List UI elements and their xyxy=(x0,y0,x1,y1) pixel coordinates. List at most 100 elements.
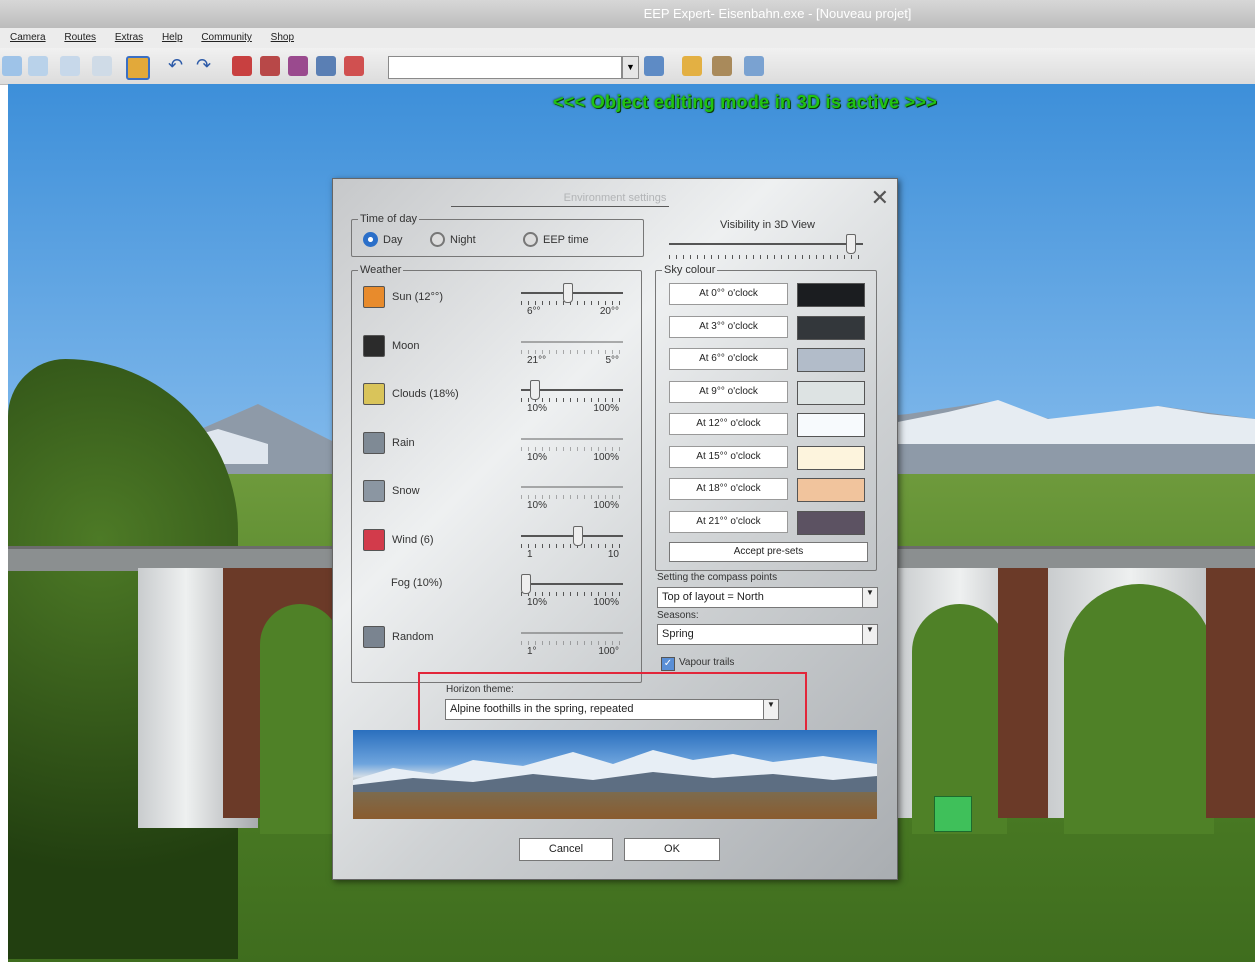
radio-day-dot[interactable] xyxy=(363,232,378,247)
toolbar-icon-5[interactable] xyxy=(126,56,150,80)
slider-thumb[interactable] xyxy=(572,525,583,546)
visibility-slider[interactable] xyxy=(669,234,863,267)
toolbar-icon-2[interactable] xyxy=(28,56,48,76)
sky-colour-swatch[interactable] xyxy=(797,315,865,340)
chevron-down-icon[interactable]: ▼ xyxy=(622,56,639,79)
close-icon[interactable]: ✕ xyxy=(871,185,889,211)
weather-slider[interactable]: 6°° 20°° xyxy=(521,283,623,317)
sky-time-button[interactable]: At 15°° o'clock xyxy=(669,445,788,468)
compass-select[interactable]: Top of layout = North ▼ xyxy=(657,587,878,608)
dialog-title: Environment settings xyxy=(563,192,667,204)
moon-icon[interactable] xyxy=(363,334,385,357)
window-title: EEP Expert- Eisenbahn.exe - [Nouveau pro… xyxy=(643,6,912,21)
toolbar-combo[interactable] xyxy=(388,56,622,79)
menu-routes[interactable]: Routes xyxy=(64,32,96,43)
cancel-button[interactable]: Cancel xyxy=(519,838,613,861)
snow-icon[interactable] xyxy=(363,480,385,502)
weather-slider[interactable]: 1° 100° xyxy=(521,626,623,657)
tools-icon[interactable] xyxy=(712,56,732,76)
sky-time-button[interactable]: At 9°° o'clock xyxy=(669,380,788,403)
clouds-icon[interactable] xyxy=(363,383,385,405)
vapour-trails-checkbox[interactable]: ✓ xyxy=(661,657,675,671)
weather-row-label: Rain xyxy=(392,436,415,449)
undo-icon[interactable]: ↶ xyxy=(168,56,188,76)
weather-row-label: Snow xyxy=(392,485,420,497)
toolbar-icon-11[interactable] xyxy=(644,56,664,76)
bridge-arch-far xyxy=(1064,584,1214,834)
menu-camera[interactable]: Camera xyxy=(10,32,46,43)
toolbar-icon-9[interactable] xyxy=(316,56,336,76)
horizon-theme-select[interactable]: Alpine foothills in the spring, repeated… xyxy=(445,699,779,720)
seasons-select[interactable]: Spring ▼ xyxy=(657,624,878,645)
slider-thumb[interactable] xyxy=(530,380,541,400)
sky-colour-swatch[interactable] xyxy=(797,348,865,372)
weather-row-label: Moon xyxy=(392,339,420,352)
weather-slider[interactable]: 10% 100% xyxy=(521,480,623,511)
sky-time-button[interactable]: At 3°° o'clock xyxy=(669,315,788,338)
radio-day[interactable]: Day xyxy=(363,232,403,247)
weather-slider[interactable]: 10% 100% xyxy=(521,574,623,608)
weather-slider[interactable]: 1 10 xyxy=(521,525,623,560)
sky-time-button[interactable]: At 0°° o'clock xyxy=(669,283,788,305)
toolbar-icon-1[interactable] xyxy=(2,56,22,76)
toolbar-icon-12[interactable] xyxy=(682,56,702,76)
sky-time-button[interactable]: At 18°° o'clock xyxy=(669,478,788,500)
weather-row: Random xyxy=(363,625,434,648)
seasons-label: Seasons: xyxy=(657,610,699,621)
slider-min-label: 10% xyxy=(527,500,548,511)
radio-eep-time-dot[interactable] xyxy=(523,232,538,247)
rain-icon[interactable] xyxy=(363,431,385,454)
slider-track xyxy=(521,486,623,488)
sky-colour-swatch[interactable] xyxy=(797,445,865,470)
chevron-down-icon[interactable]: ▼ xyxy=(862,588,877,607)
sky-colour-legend: Sky colour xyxy=(664,264,716,276)
visibility-thumb[interactable] xyxy=(845,234,856,254)
sky-colour-swatch[interactable] xyxy=(797,478,865,502)
radio-eep-time[interactable]: EEP time xyxy=(523,232,589,247)
slider-track xyxy=(521,437,623,440)
menu-help[interactable]: Help xyxy=(162,32,183,43)
chevron-down-icon[interactable]: ▼ xyxy=(763,700,778,719)
toolbar-icon-13[interactable] xyxy=(744,56,764,76)
green-object[interactable] xyxy=(934,796,972,832)
slider-min-label: 10% xyxy=(527,451,548,463)
radio-night-dot[interactable] xyxy=(430,232,445,247)
slider-thumb[interactable] xyxy=(563,283,574,303)
toolbar-icon-6[interactable] xyxy=(232,56,252,76)
sky-colour-swatch[interactable] xyxy=(797,283,865,307)
bridge-arch xyxy=(260,604,340,834)
sky-colour-swatch[interactable] xyxy=(797,380,865,405)
sky-time-button[interactable]: At 21°° o'clock xyxy=(669,510,788,533)
weather-slider[interactable]: 10% 100% xyxy=(521,380,623,414)
compass-label: Setting the compass points xyxy=(657,572,778,583)
sun-icon[interactable] xyxy=(363,286,385,308)
random-icon[interactable] xyxy=(363,625,385,648)
wind-icon[interactable] xyxy=(363,528,385,551)
menu-community[interactable]: Community xyxy=(201,32,252,43)
mode-banner: <<< Object editing mode in 3D is active … xyxy=(553,92,938,112)
weather-row: Moon xyxy=(363,334,420,357)
sky-time-button[interactable]: At 12°° o'clock xyxy=(669,413,788,435)
chevron-down-icon[interactable]: ▼ xyxy=(862,625,877,644)
toolbar-icon-8[interactable] xyxy=(288,56,308,76)
sky-time-button[interactable]: At 6°° o'clock xyxy=(669,348,788,370)
radio-night[interactable]: Night xyxy=(430,232,476,247)
redo-icon[interactable]: ↷ xyxy=(196,56,216,76)
accept-presets-button[interactable]: Accept pre-sets xyxy=(669,542,868,562)
weather-slider[interactable]: 10% 100% xyxy=(521,432,623,463)
ok-button[interactable]: OK xyxy=(624,838,720,861)
horizon-preview xyxy=(353,730,877,819)
menu-extras[interactable]: Extras xyxy=(115,32,143,43)
toolbar-icon-10[interactable] xyxy=(344,56,364,76)
toolbar-icon-4[interactable] xyxy=(92,56,112,76)
sky-colour-swatch[interactable] xyxy=(797,510,865,535)
toolbar-icon-7[interactable] xyxy=(260,56,280,76)
weather-slider[interactable]: 21°° 5°° xyxy=(521,335,623,366)
menu-shop[interactable]: Shop xyxy=(271,32,294,43)
toolbar-icon-3[interactable] xyxy=(60,56,80,76)
horizon-theme-value: Alpine foothills in the spring, repeated xyxy=(450,703,634,715)
sky-colour-swatch[interactable] xyxy=(797,413,865,437)
weather-row-label: Clouds (18%) xyxy=(392,388,459,400)
slider-max-label: 100% xyxy=(593,451,619,463)
slider-thumb[interactable] xyxy=(521,574,531,594)
